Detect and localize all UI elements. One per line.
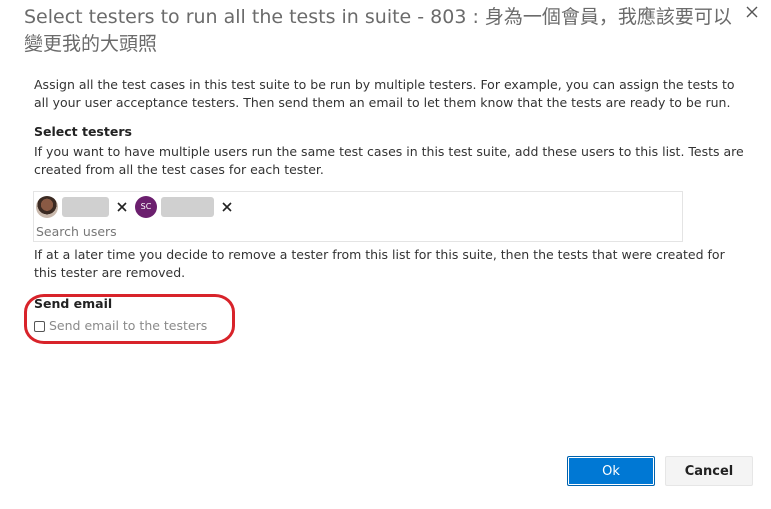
remove-tester-icon[interactable] <box>220 200 234 214</box>
tester-chip <box>36 195 129 219</box>
select-testers-help-text: If you want to have multiple users run t… <box>34 144 744 177</box>
testers-picker[interactable]: SC <box>33 191 683 242</box>
remove-tester-note: If at a later time you decide to remove … <box>34 247 725 280</box>
ok-button[interactable]: Ok <box>567 456 655 486</box>
dialog-title: Select testers to run all the tests in s… <box>24 6 732 55</box>
remove-tester-icon[interactable] <box>115 200 129 214</box>
cancel-button[interactable]: Cancel <box>665 456 753 486</box>
send-email-checkbox[interactable] <box>34 320 45 332</box>
tester-name-redacted <box>62 197 109 217</box>
select-testers-heading: Select testers <box>34 124 132 139</box>
select-testers-dialog: Select testers to run all the tests in s… <box>0 0 771 509</box>
send-email-checkbox-label: Send email to the testers <box>49 318 208 333</box>
send-email-heading: Send email <box>34 296 113 311</box>
send-email-option[interactable]: Send email to the testers <box>34 317 207 335</box>
avatar <box>36 196 58 218</box>
avatar: SC <box>135 196 157 218</box>
intro-text: Assign all the test cases in this test s… <box>34 77 735 110</box>
tester-name-redacted <box>161 197 214 217</box>
search-users-input[interactable] <box>36 222 636 240</box>
close-button[interactable] <box>743 3 761 21</box>
tester-chip: SC <box>135 195 234 219</box>
close-icon <box>746 6 758 18</box>
